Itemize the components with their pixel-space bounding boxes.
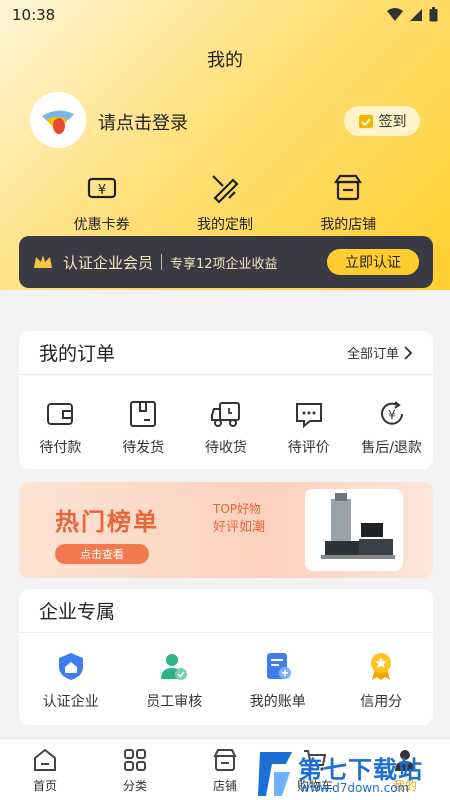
enterprise-label: 信用分: [360, 694, 403, 710]
enterprise-header: 企业专属: [19, 589, 433, 633]
order-pending-review[interactable]: 待评价: [270, 399, 348, 457]
vip-banner[interactable]: 认证企业会员 专享12项企业收益 立即认证: [19, 236, 433, 288]
refund-icon: ¥: [380, 401, 403, 425]
avatar-logo-icon: [32, 94, 84, 146]
credit-medal-icon: [371, 653, 392, 680]
order-status-label: 待发货: [122, 440, 165, 456]
bill-icon: [266, 653, 291, 679]
vip-divider: [161, 254, 163, 270]
shop-icon: [213, 749, 237, 771]
order-status-label: 待收货: [204, 440, 247, 456]
calendar-check-icon: [358, 115, 373, 128]
enterprise-label: 员工审核: [146, 694, 203, 710]
svg-text:¥: ¥: [388, 408, 396, 422]
quick-action-coupons[interactable]: ¥ 优惠卡券: [57, 172, 147, 234]
banner-subtitle-bottom: 好评如潮: [213, 520, 266, 535]
quick-action-label: 我的定制: [196, 217, 253, 233]
order-pending-payment[interactable]: 待付款: [21, 399, 99, 457]
orders-header: 我的订单 全部订单: [19, 331, 433, 375]
truck-icon: [210, 402, 240, 427]
employee-review-icon: [161, 654, 188, 680]
enterprise-card: 企业专属 认证企业 员工审核 我的账单 信用分: [19, 589, 433, 725]
order-status-label: 售后/退款: [361, 440, 422, 456]
page-title: 我的: [207, 50, 243, 71]
all-orders-link[interactable]: 全部订单: [347, 343, 413, 362]
order-status-row: 待付款 待发货 待收货 待评价 ¥ 售后/退款: [19, 375, 433, 457]
signin-label: 签到: [378, 114, 407, 130]
battery-icon: [429, 7, 438, 22]
watermark-logo-icon: [258, 752, 292, 796]
category-icon: [124, 749, 146, 771]
comment-icon: [295, 403, 322, 429]
chevron-right-icon: [404, 345, 413, 360]
order-status-label: 待付款: [39, 440, 82, 456]
tab-category[interactable]: 分类: [100, 747, 170, 800]
signal-icon: [410, 8, 422, 21]
enterprise-certify[interactable]: 认证企业: [26, 651, 116, 711]
order-after-sales[interactable]: ¥ 售后/退款: [353, 399, 431, 457]
home-icon: [34, 748, 56, 771]
watermark-url: www.d7down.com: [300, 781, 410, 795]
orders-card: 我的订单 全部订单 待付款 待发货 待收货 待评价 ¥ 售后/退款: [19, 331, 433, 469]
certified-home-icon: [58, 653, 83, 680]
watermark: 第七下载站 www.d7down.com: [256, 748, 450, 800]
status-icons: [387, 7, 438, 22]
vip-label: 认证企业会员: [63, 253, 154, 272]
quick-actions: ¥ 优惠卡券 我的定制 我的店铺: [0, 172, 450, 234]
wifi-icon: [387, 7, 403, 21]
enterprise-label: 我的账单: [249, 694, 306, 710]
watermark-name: 第七下载站: [298, 756, 423, 784]
hot-list-banner[interactable]: 热门榜单 TOP好物 好评如潮 点击查看: [19, 482, 433, 578]
machine-image: [321, 493, 395, 559]
orders-title: 我的订单: [39, 343, 116, 365]
svg-text:¥: ¥: [98, 183, 106, 198]
quick-action-label: 优惠卡券: [73, 217, 130, 233]
customize-icon: [212, 175, 239, 204]
enterprise-title: 企业专属: [39, 601, 116, 623]
banner-view-button[interactable]: 点击查看: [55, 544, 149, 564]
login-prompt[interactable]: 请点击登录: [98, 109, 188, 135]
vip-certify-button[interactable]: 立即认证: [327, 249, 419, 275]
order-status-label: 待评价: [287, 440, 330, 456]
enterprise-row: 认证企业 员工审核 我的账单 信用分: [19, 633, 433, 711]
order-pending-receipt[interactable]: 待收货: [187, 399, 265, 457]
avatar[interactable]: [30, 92, 86, 148]
signin-button[interactable]: 签到: [344, 106, 420, 136]
order-pending-shipment[interactable]: 待发货: [104, 399, 182, 457]
banner-product-image: [305, 489, 403, 571]
crown-icon: [34, 255, 52, 268]
store-icon: [334, 174, 363, 201]
tab-label: 店铺: [212, 779, 237, 793]
coupon-icon: ¥: [87, 177, 116, 199]
wallet-icon: [47, 403, 74, 425]
enterprise-employee-review[interactable]: 员工审核: [129, 651, 219, 711]
quick-action-store[interactable]: 我的店铺: [303, 172, 393, 234]
all-orders-label: 全部订单: [346, 347, 399, 362]
status-bar: 10:38: [0, 0, 450, 30]
quick-action-label: 我的店铺: [320, 217, 377, 233]
enterprise-credit-score[interactable]: 信用分: [336, 651, 426, 711]
vip-description: 专享12项企业收益: [170, 256, 278, 272]
enterprise-my-bill[interactable]: 我的账单: [233, 651, 323, 711]
banner-subtitle-top: TOP好物: [213, 502, 262, 516]
status-time: 10:38: [12, 6, 56, 24]
tab-home[interactable]: 首页: [10, 747, 80, 800]
banner-title: 热门榜单: [55, 508, 159, 536]
tab-label: 分类: [122, 779, 147, 793]
tab-shop[interactable]: 店铺: [190, 747, 260, 800]
tab-label: 首页: [32, 779, 57, 793]
enterprise-label: 认证企业: [42, 694, 99, 710]
quick-action-customize[interactable]: 我的定制: [180, 172, 270, 234]
box-icon: [130, 401, 157, 427]
